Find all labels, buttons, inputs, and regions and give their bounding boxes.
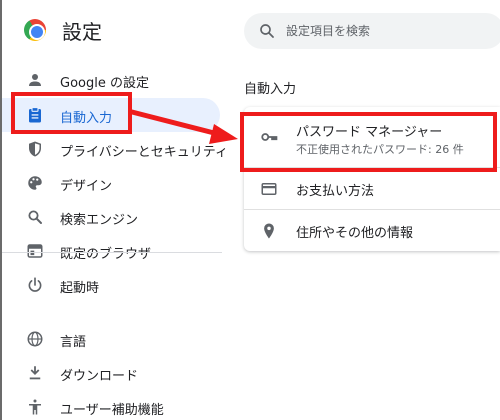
person-icon [29,74,41,86]
section-title: 自動入力 [244,82,297,97]
palette-icon [28,176,42,190]
download-icon [29,366,41,380]
search-icon [28,210,42,224]
sidebar-item-label: 検索エンジン [60,213,139,228]
search-placeholder: 設定項目を検索 [286,24,371,38]
sidebar-item-languages[interactable]: 言語 [2,322,220,356]
sidebar-item-label: 言語 [60,335,87,350]
sidebar-item-label: ダウンロード [60,369,139,384]
sidebar-item-downloads[interactable]: ダウンロード [2,356,220,390]
sidebar-item-default-browser[interactable]: 既定のブラウザ [2,234,220,268]
sidebar-item-label: 起動時 [60,281,100,296]
page-title: 設定 [62,20,102,44]
location-pin-icon [264,223,274,239]
power-icon [28,277,42,292]
sidebar-item-on-startup[interactable]: 起動時 [2,268,220,302]
sidebar-item-label: ユーザー補助機能 [60,403,164,418]
sidebar-item-privacy[interactable]: プライバシーとセキュリティ [2,132,228,166]
chrome-logo-icon [24,19,46,41]
addresses-row[interactable]: 住所やその他の情報 [244,210,500,251]
globe-icon [27,331,43,347]
search-input[interactable]: 設定項目を検索 [244,13,500,49]
sidebar-item-accessibility[interactable]: ユーザー補助機能 [2,390,220,420]
sidebar-item-search-engine[interactable]: 検索エンジン [2,200,220,234]
sidebar-divider [2,252,222,253]
payment-methods-title: お支払い方法 [296,184,375,199]
header: 設定 設定項目を検索 [2,0,500,60]
addresses-title: 住所やその他の情報 [296,226,414,241]
payment-methods-row[interactable]: お支払い方法 [244,168,500,209]
sidebar-item-design[interactable]: デザイン [2,166,220,200]
autofill-highlight-box [11,92,132,134]
shield-icon [29,141,41,157]
browser-icon [27,244,43,258]
sidebar-item-label: Google の設定 [60,76,149,91]
credit-card-icon [261,183,277,195]
sidebar-item-label: プライバシーとセキュリティ [60,145,228,160]
accessibility-icon [29,399,41,415]
sidebar-item-label: デザイン [60,179,113,194]
search-icon [260,24,274,38]
password-manager-highlight-box [240,112,497,172]
